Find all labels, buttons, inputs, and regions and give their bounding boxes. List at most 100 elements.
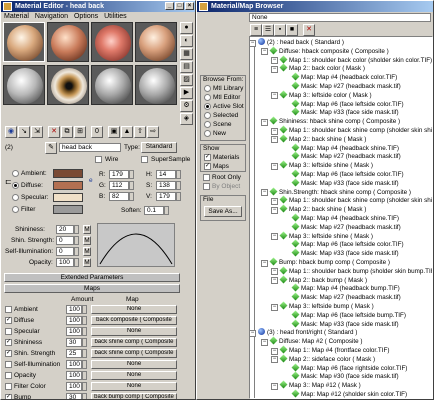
tree-expander[interactable]: − — [271, 136, 278, 144]
tree-expander[interactable]: − — [271, 277, 278, 285]
sample-slot-2[interactable] — [47, 22, 89, 62]
map-enable-checkbox[interactable] — [5, 328, 12, 335]
tree-expander[interactable]: − — [250, 39, 256, 47]
map-enable-checkbox[interactable]: ✓ — [5, 350, 12, 357]
delete-icon[interactable]: ✕ — [303, 24, 315, 36]
v-spinner[interactable] — [176, 192, 181, 201]
by-object-checkbox[interactable] — [203, 183, 210, 190]
g-field[interactable]: 112 — [109, 181, 129, 190]
browse-from-radio[interactable] — [204, 130, 211, 137]
save-as-button[interactable]: Save As... — [204, 206, 242, 217]
tree-expander[interactable]: − — [271, 268, 278, 276]
sample-slot-7[interactable] — [91, 65, 133, 105]
map-assign-button[interactable]: back composite ( Composite — [91, 316, 177, 325]
tree-expander[interactable]: − — [261, 338, 268, 346]
tree-expander[interactable]: − — [261, 259, 268, 267]
tree-expander[interactable]: − — [271, 197, 278, 205]
view-list-icon[interactable]: ≡ — [250, 24, 262, 36]
map-amount-spinner[interactable] — [82, 393, 87, 399]
shininess-spinner[interactable] — [74, 225, 79, 234]
browse-from-radio[interactable] — [204, 112, 211, 119]
menu-material[interactable]: Material — [4, 12, 29, 21]
map-amount-field[interactable]: 100 — [66, 382, 82, 391]
filter-color-swatch[interactable] — [53, 205, 83, 214]
sample-slot-3[interactable] — [91, 22, 133, 62]
show-end-result-icon[interactable]: ▲ — [121, 126, 133, 138]
menu-navigation[interactable]: Navigation — [35, 12, 68, 21]
tree-expander[interactable]: − — [261, 48, 268, 56]
browse-from-radio[interactable] — [204, 103, 211, 110]
shininess-field[interactable]: 20 — [56, 225, 74, 234]
video-color-check-icon[interactable]: ▨ — [180, 74, 193, 86]
soften-spinner[interactable] — [164, 206, 169, 215]
sample-slot-5[interactable] — [3, 65, 45, 105]
wire-checkbox[interactable] — [95, 156, 102, 163]
map-amount-spinner[interactable] — [82, 305, 87, 314]
sample-type-icon[interactable]: ● — [180, 22, 193, 34]
self-illum-map-button[interactable]: M — [83, 247, 91, 256]
map-amount-spinner[interactable] — [82, 327, 87, 336]
pick-material-icon[interactable]: ✎ — [45, 142, 57, 154]
map-assign-button[interactable]: None — [91, 371, 177, 380]
link-icon[interactable]: e — [89, 177, 93, 184]
shin-strength-field[interactable]: 0 — [56, 236, 74, 245]
minimize-button[interactable]: _ — [165, 2, 174, 10]
tree-expander[interactable]: − — [271, 382, 278, 390]
material-type-button[interactable]: Standard — [141, 142, 177, 153]
map-enable-checkbox[interactable]: ✓ — [5, 394, 12, 399]
map-enable-checkbox[interactable]: ✓ — [5, 317, 12, 324]
tree-expander[interactable]: − — [261, 118, 268, 126]
map-enable-checkbox[interactable] — [5, 306, 12, 313]
map-assign-button[interactable]: None — [91, 360, 177, 369]
tree-expander[interactable]: − — [261, 189, 268, 197]
tree-expander[interactable]: − — [271, 206, 278, 214]
browse-from-radio[interactable] — [204, 121, 211, 128]
b-field[interactable]: 82 — [109, 192, 129, 201]
opacity-field[interactable]: 100 — [56, 258, 74, 267]
map-enable-checkbox[interactable] — [5, 361, 12, 368]
lock-icon[interactable]: ⊏ — [5, 177, 12, 186]
specular-color-swatch[interactable] — [53, 193, 83, 202]
browser-name-field[interactable]: None — [249, 13, 431, 22]
shin-strength-map-button[interactable]: M — [83, 236, 91, 245]
map-assign-button[interactable]: back shine comp ( Composite — [91, 349, 177, 358]
map-amount-field[interactable]: 100 — [66, 327, 82, 336]
browse-from-radio[interactable] — [204, 94, 211, 101]
map-amount-field[interactable]: 100 — [66, 371, 82, 380]
options-icon[interactable]: ⚙ — [180, 100, 193, 112]
map-assign-button[interactable]: back bump comp ( Composite — [91, 393, 177, 399]
put-to-library-icon[interactable]: ⊞ — [74, 126, 86, 138]
s-spinner[interactable] — [176, 181, 181, 190]
material-name-field[interactable]: head back — [59, 143, 121, 152]
make-copy-icon[interactable]: ⧉ — [61, 126, 73, 138]
tree-expander[interactable]: − — [271, 233, 278, 241]
map-amount-field[interactable]: 30 — [66, 338, 82, 347]
specular-radio[interactable] — [12, 194, 19, 201]
map-amount-spinner[interactable] — [82, 338, 87, 347]
material-effects-channel-icon[interactable]: 0 — [91, 126, 103, 138]
put-to-scene-icon[interactable]: ↘ — [18, 126, 30, 138]
r-field[interactable]: 179 — [109, 170, 129, 179]
tree-expander[interactable]: − — [250, 329, 256, 337]
show-map-in-viewport-icon[interactable]: ▣ — [108, 126, 120, 138]
tree-expander[interactable]: − — [271, 127, 278, 135]
map-assign-button[interactable]: None — [91, 327, 177, 336]
select-by-material-icon[interactable]: ◈ — [180, 113, 193, 125]
map-amount-spinner[interactable] — [82, 316, 87, 325]
assign-to-selection-icon[interactable]: ⇲ — [31, 126, 43, 138]
map-amount-spinner[interactable] — [82, 349, 87, 358]
map-amount-spinner[interactable] — [82, 360, 87, 369]
browser-titlebar[interactable]: Material/Map Browser — [197, 1, 433, 12]
tree-expander[interactable]: − — [271, 303, 278, 311]
tree-expander[interactable]: − — [271, 57, 278, 65]
diffuse-color-swatch[interactable] — [53, 181, 83, 190]
supersample-checkbox[interactable] — [141, 156, 148, 163]
g-spinner[interactable] — [129, 181, 134, 190]
h-spinner[interactable] — [176, 170, 181, 179]
map-amount-spinner[interactable] — [82, 382, 87, 391]
material-tree[interactable]: − (2) : head back ( Standard ) − Diffuse: h… — [249, 36, 433, 399]
view-large-icons-icon[interactable]: ■ — [286, 24, 298, 36]
opacity-spinner[interactable] — [74, 258, 79, 267]
maximize-button[interactable]: □ — [175, 2, 184, 10]
r-spinner[interactable] — [129, 170, 134, 179]
